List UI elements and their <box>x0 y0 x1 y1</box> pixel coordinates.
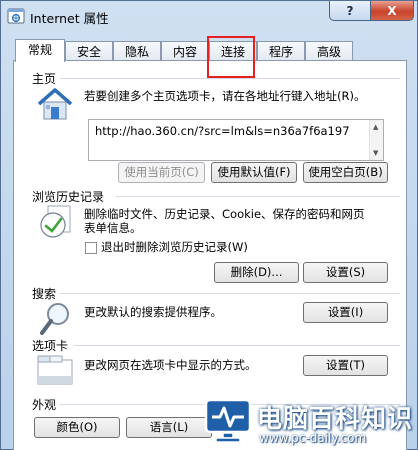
history-section-title: 浏览历史记录 <box>32 190 105 204</box>
tab-privacy[interactable]: 隐私 <box>113 41 161 61</box>
tabs-settings-button[interactable]: 设置(T) <box>303 355 388 376</box>
help-icon: ? <box>346 3 354 18</box>
use-blank-button[interactable]: 使用空白页(B) <box>303 162 388 183</box>
languages-button[interactable]: 语言(L) <box>126 417 212 438</box>
use-default-button[interactable]: 使用默认值(F) <box>211 162 297 183</box>
tab-advanced[interactable]: 高级 <box>305 41 353 61</box>
history-description-line1: 删除临时文件、历史记录、Cookie、保存的密码和网页 <box>84 207 365 221</box>
tab-security[interactable]: 安全 <box>65 41 113 61</box>
scroll-down-icon[interactable]: ▼ <box>373 149 378 157</box>
delete-history-button[interactable]: 删除(D)... <box>214 262 299 283</box>
delete-on-exit-checkbox[interactable] <box>85 242 97 254</box>
search-icon <box>40 303 69 335</box>
search-settings-button[interactable]: 设置(I) <box>303 302 388 323</box>
history-description-line2: 表单信息。 <box>84 221 142 235</box>
homepage-separator <box>60 78 400 79</box>
tab-general[interactable]: 常规 <box>15 39 65 62</box>
url-scrollbar[interactable]: ▲ ▼ <box>369 120 383 160</box>
history-icon <box>40 205 71 238</box>
homepage-url-text: http://hao.360.cn/?src=lm&ls=n36a7f6a197 <box>95 124 350 138</box>
search-separator <box>60 293 400 294</box>
watermark-logo-icon <box>204 398 252 443</box>
internet-options-window: Internet 属性 ? X 常规 安全 隐私 内容 连接 程序 高级 主页 … <box>0 0 418 450</box>
tabs-description: 更改网页在选项卡中显示的方式。 <box>84 358 257 372</box>
watermark: 电脑百科知识 www.pc-daily.com <box>203 395 418 450</box>
homepage-url-input[interactable]: http://hao.360.cn/?src=lm&ls=n36a7f6a197… <box>88 119 384 161</box>
delete-on-exit-label[interactable]: 退出时删除浏览历史记录(W) <box>101 240 248 255</box>
internet-options-icon <box>7 8 25 24</box>
home-icon <box>37 88 73 120</box>
homepage-description: 若要创建多个主页选项卡，请在各地址行键入地址(R)。 <box>84 89 366 103</box>
help-button[interactable]: ? <box>329 1 371 21</box>
watermark-url: www.pc-daily.com <box>259 431 367 445</box>
close-button[interactable]: X <box>370 1 414 21</box>
tabs-icon <box>37 355 73 385</box>
appearance-section-title: 外观 <box>32 398 57 412</box>
close-icon: X <box>387 3 397 18</box>
connections-tab-highlight <box>207 36 255 78</box>
history-separator <box>116 196 400 197</box>
title-bar: Internet 属性 ? X <box>1 1 417 33</box>
window-title: Internet 属性 <box>30 11 109 26</box>
use-current-button[interactable]: 使用当前页(C) <box>118 162 205 183</box>
tabs-separator <box>74 345 400 346</box>
general-tab-panel: 主页 若要创建多个主页选项卡，请在各地址行键入地址(R)。 http://hao… <box>13 60 407 450</box>
tab-programs[interactable]: 程序 <box>257 41 305 61</box>
search-description: 更改默认的搜索提供程序。 <box>84 305 222 319</box>
history-settings-button[interactable]: 设置(S) <box>303 262 388 283</box>
tabs-section-title: 选项卡 <box>32 339 69 353</box>
homepage-section-title: 主页 <box>32 72 57 86</box>
watermark-title: 电脑百科知识 <box>257 404 414 433</box>
scroll-up-icon[interactable]: ▲ <box>373 123 378 131</box>
search-section-title: 搜索 <box>32 287 57 301</box>
tab-content[interactable]: 内容 <box>161 41 209 61</box>
colors-button[interactable]: 颜色(O) <box>34 417 120 438</box>
